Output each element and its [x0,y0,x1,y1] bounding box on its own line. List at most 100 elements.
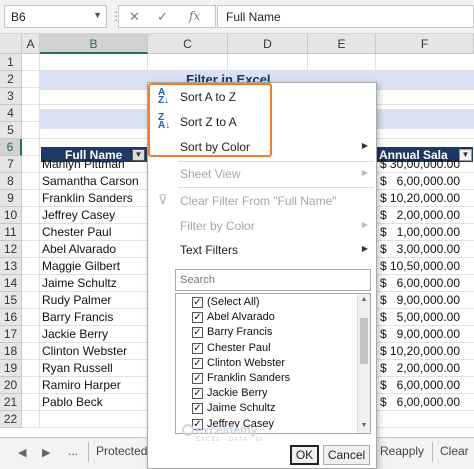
cancel-button[interactable]: Cancel [323,445,370,465]
filter-list-item[interactable]: ✓ (Select All) [192,296,352,311]
row-header-18[interactable]: 18 [0,343,22,360]
name-cell[interactable]: Jackie Berry [42,327,108,341]
name-cell[interactable]: Franklin Sanders [42,191,133,205]
row-header-15[interactable]: 15 [0,292,22,309]
salary-cell[interactable]: $5,00,000.00 [378,310,462,325]
row-header-3[interactable]: 3 [0,88,22,105]
salary-cell[interactable]: $10,50,000.00 [378,259,462,274]
tab-scroll-right-icon[interactable]: ▶ [42,446,50,459]
chevron-down-icon[interactable]: ▼ [93,10,102,20]
row-header-21[interactable]: 21 [0,394,22,411]
salary-cell[interactable]: $6,00,000.00 [378,395,462,410]
name-cell[interactable]: Barry Francis [42,310,113,324]
salary-cell[interactable]: $10,20,000.00 [378,344,462,359]
filter-list-item[interactable]: ✓ Jackie Berry [192,387,352,402]
row-header-17[interactable]: 17 [0,326,22,343]
row-header-19[interactable]: 19 [0,360,22,377]
name-cell[interactable]: Abel Alvarado [42,242,116,256]
salary-cell[interactable]: $6,00,000.00 [378,276,462,291]
column-header-d[interactable]: D [228,34,308,54]
filter-list-item[interactable]: ✓ Barry Francis [192,326,352,341]
name-cell[interactable]: Jeffrey Casey [42,208,115,222]
row-header-6[interactable]: 6 [0,139,22,156]
column-header-a[interactable]: A [22,34,40,54]
sheet-tab-protected[interactable]: Protected [96,444,147,458]
tab-overflow[interactable]: ... [68,444,78,458]
salary-cell[interactable]: $6,00,000.00 [378,378,462,393]
menu-text-filters[interactable]: Text Filters ▶ [148,238,376,262]
row-header-12[interactable]: 12 [0,241,22,258]
checkbox[interactable]: ✓ [192,373,203,384]
name-cell[interactable]: Chester Paul [42,225,111,239]
filter-list-item[interactable]: ✓ Clinton Webster [192,357,352,372]
column-header-c[interactable]: C [148,34,228,54]
menu-sort-z-to-a[interactable]: Z A↓ Sort Z to A [148,110,376,134]
filter-values-list[interactable]: ✓ (Select All) ✓ Abel Alvarado ✓ Barry Franci… [175,293,371,434]
row-header-2[interactable]: 2 [0,71,22,88]
scroll-up-icon[interactable]: ▲ [358,296,370,303]
row-header-13[interactable]: 13 [0,258,22,275]
sheet-tab-clear[interactable]: Clear [440,444,469,458]
salary-cell[interactable]: $2,00,000.00 [378,208,462,223]
row-header-14[interactable]: 14 [0,275,22,292]
select-all-corner[interactable] [0,34,22,54]
filter-list-item[interactable]: ✓ Franklin Sanders [192,372,352,387]
name-cell[interactable]: Rudy Palmer [42,293,111,307]
salary-cell[interactable]: $9,00,000.00 [378,327,462,342]
formula-input[interactable]: Full Name [217,5,474,28]
row-header-20[interactable]: 20 [0,377,22,394]
salary-cell[interactable]: $1,00,000.00 [378,225,462,240]
column-header-e[interactable]: E [308,34,376,54]
row-header-9[interactable]: 9 [0,190,22,207]
checkbox[interactable]: ✓ [192,312,203,324]
row-header-5[interactable]: 5 [0,122,22,139]
name-cell[interactable]: Clinton Webster [42,344,127,358]
checkbox[interactable]: ✓ [192,297,203,308]
filter-list-item[interactable]: ✓ Abel Alvarado [192,311,352,326]
column-header-f[interactable]: F [376,34,474,54]
name-cell[interactable]: Ryan Russell [42,361,113,375]
row-header-1[interactable]: 1 [0,54,22,71]
filter-list-item[interactable]: ✓ Jaime Schultz [192,402,352,417]
column-header-b[interactable]: B [40,34,148,54]
name-cell[interactable]: Ramiro Harper [42,378,121,392]
menu-sort-a-to-z[interactable]: A Z↓ Sort A to Z [148,85,376,109]
name-cell[interactable]: Jaime Schultz [42,276,117,290]
scroll-thumb[interactable] [360,318,368,364]
row-header-7[interactable]: 7 [0,156,22,173]
list-scrollbar[interactable]: ▲ ▼ [357,294,370,433]
filter-dropdown-icon[interactable]: ▼ [132,149,145,161]
salary-cell[interactable]: $30,00,000.00 [378,157,462,172]
sheet-tab-reapply[interactable]: Reapply [380,444,424,458]
confirm-entry-icon[interactable]: ✓ [157,9,168,25]
scroll-down-icon[interactable]: ▼ [358,422,370,429]
name-cell[interactable]: Samantha Carson [42,174,139,188]
row-header-10[interactable]: 10 [0,207,22,224]
row-header-4[interactable]: 4 [0,105,22,122]
row-header-16[interactable]: 16 [0,309,22,326]
filter-search-input[interactable] [175,269,371,291]
menu-sort-by-color[interactable]: Sort by Color ▶ [148,135,376,159]
ok-button[interactable]: OK [290,445,319,465]
salary-cell[interactable]: $6,00,000.00 [378,174,462,189]
cancel-entry-icon[interactable]: ✕ [129,9,140,25]
checkbox[interactable]: ✓ [192,357,203,369]
salary-cell[interactable]: $10,20,000.00 [378,191,462,206]
name-cell[interactable]: Pablo Beck [42,395,103,409]
checkbox[interactable]: ✓ [192,327,203,339]
tab-scroll-left-icon[interactable]: ◀ [18,446,26,459]
salary-cell[interactable]: $9,00,000.00 [378,293,462,308]
checkbox[interactable]: ✓ [192,342,203,354]
insert-function-icon[interactable]: fx [189,9,200,23]
filter-list-item[interactable]: ✓ Chester Paul [192,342,352,357]
checkbox[interactable]: ✓ [192,388,203,400]
salary-cell[interactable]: $3,00,000.00 [378,242,462,257]
row-header-11[interactable]: 11 [0,224,22,241]
row-header-8[interactable]: 8 [0,173,22,190]
checkbox[interactable]: ✓ [192,403,203,415]
salary-cell[interactable]: $2,00,000.00 [378,361,462,376]
row-header-22[interactable]: 22 [0,411,22,428]
name-box[interactable]: B6 ▼ [4,5,107,28]
name-cell[interactable]: Maggie Gilbert [42,259,120,273]
name-cell[interactable]: Marilyn Pittman [42,157,125,171]
